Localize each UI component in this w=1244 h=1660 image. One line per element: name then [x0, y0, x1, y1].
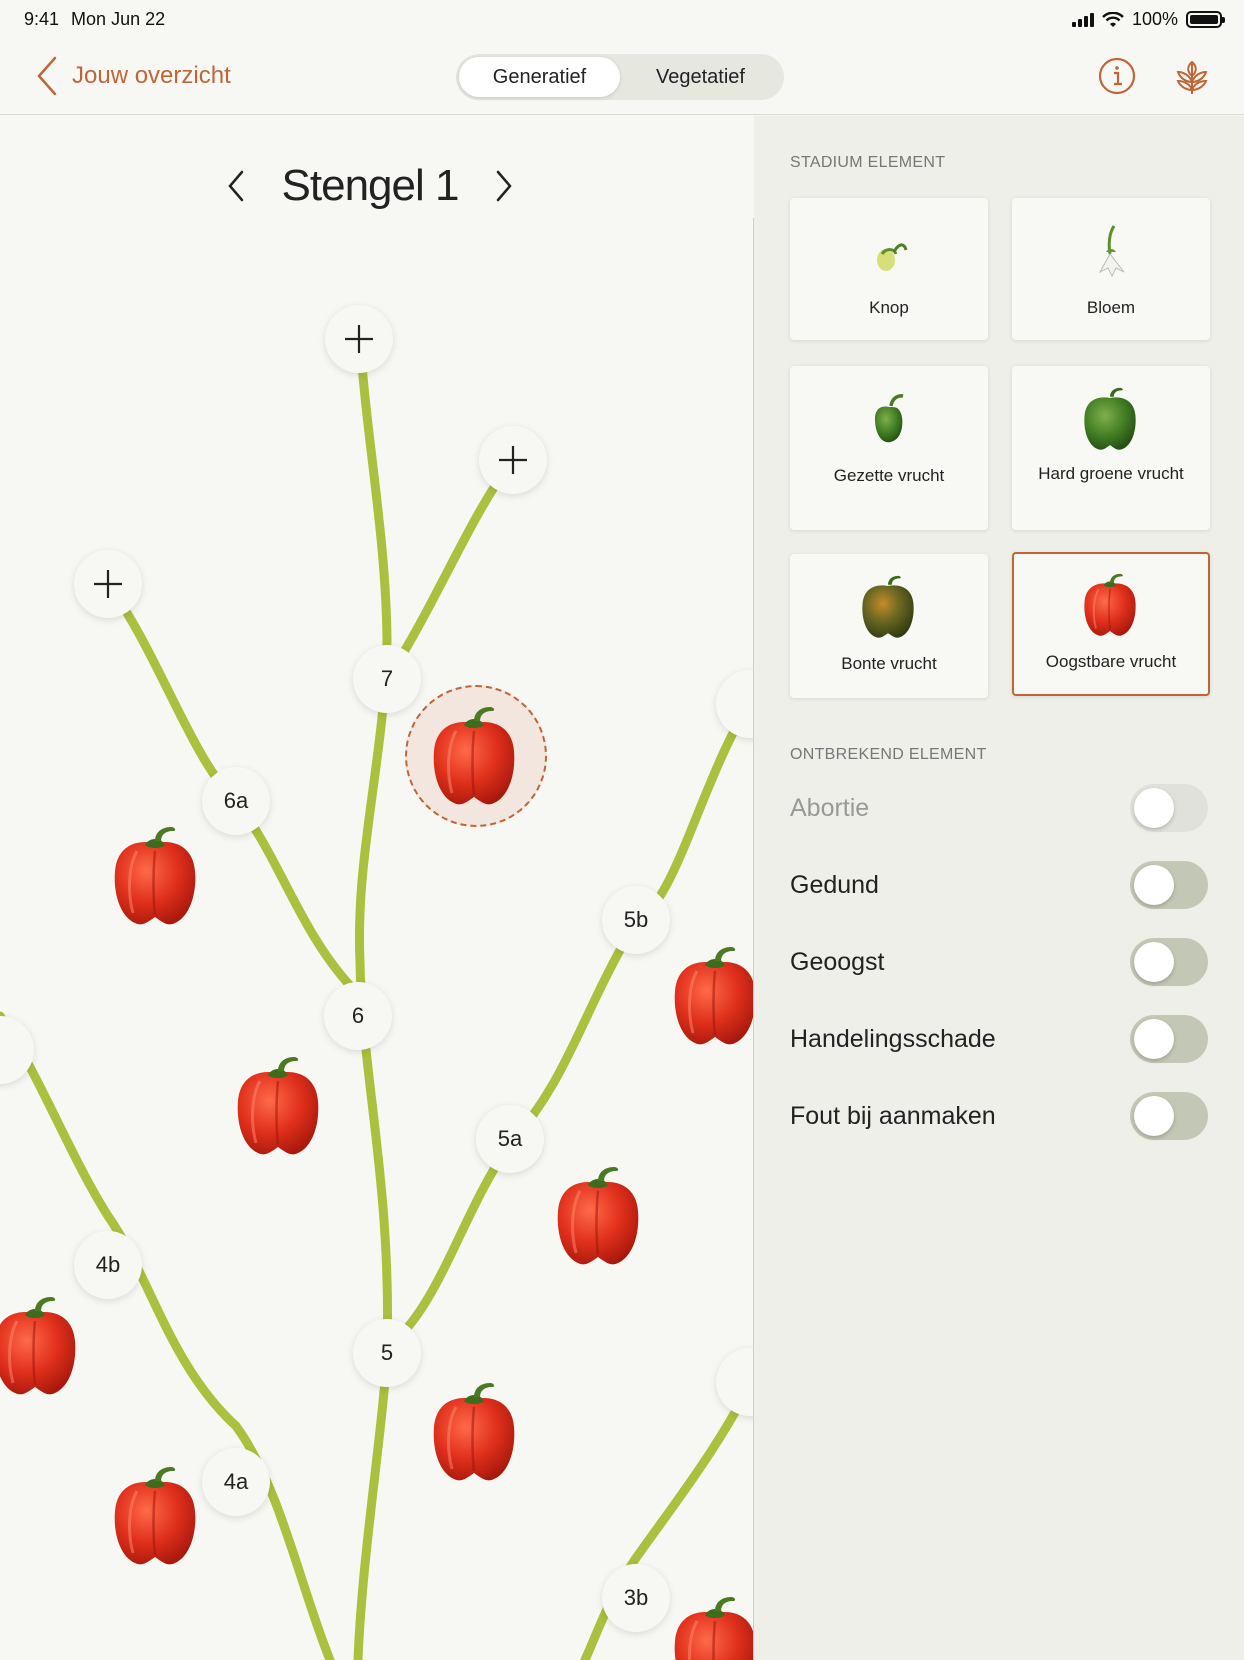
- card-oogstbare-vrucht[interactable]: Oogstbare vrucht: [1012, 552, 1210, 696]
- card-label: Oogstbare vrucht: [1045, 652, 1177, 671]
- pepper-icon[interactable]: [665, 1591, 753, 1660]
- toggle-label: Fout bij aanmaken: [790, 1101, 996, 1130]
- card-label: Bonte vrucht: [841, 654, 937, 673]
- geoogst-toggle[interactable]: [1130, 938, 1208, 986]
- card-bonte-vrucht[interactable]: Bonte vrucht: [790, 554, 988, 698]
- plant-icon[interactable]: [1172, 56, 1212, 96]
- pepper-icon[interactable]: [548, 1161, 648, 1271]
- status-date: Mon Jun 22: [71, 9, 166, 29]
- chevron-left-icon: [37, 56, 57, 96]
- navigation-bar: Jouw overzicht Generatief Vegetatief: [0, 40, 1244, 115]
- status-bar: 9:41 Mon Jun 22 100%: [0, 0, 1244, 40]
- element-panel: STADIUM ELEMENT Knop Bloem Gezette vruch…: [754, 116, 1244, 1660]
- toggle-row-gedund: Gedund: [790, 860, 1208, 910]
- back-button[interactable]: Jouw overzicht: [36, 54, 231, 98]
- segment-vegetatief[interactable]: Vegetatief: [620, 57, 781, 97]
- wifi-icon: [1102, 11, 1124, 27]
- node-5[interactable]: 5: [353, 1319, 421, 1387]
- node-4b[interactable]: 4b: [74, 1231, 142, 1299]
- card-bloem[interactable]: Bloem: [1012, 198, 1210, 340]
- node-4a[interactable]: 4a: [202, 1448, 270, 1516]
- set-fruit-icon: [875, 394, 904, 443]
- node-5b[interactable]: 5b: [602, 886, 670, 954]
- add-node-button[interactable]: [325, 305, 393, 373]
- fout-bij-aanmaken-toggle[interactable]: [1130, 1092, 1208, 1140]
- toggle-label: Geoogst: [790, 947, 885, 976]
- toggle-row-abortie: Abortie: [790, 783, 1208, 833]
- node-6a[interactable]: 6a: [202, 767, 270, 835]
- card-label: Knop: [869, 298, 909, 317]
- card-label: Hard groene vrucht: [1038, 464, 1184, 483]
- pepper-icon[interactable]: [228, 1051, 328, 1161]
- toggle-label: Gedund: [790, 870, 879, 899]
- toggle-row-fout-bij-aanmaken: Fout bij aanmaken: [790, 1091, 1208, 1141]
- stadium-section-title: STADIUM ELEMENT: [790, 154, 946, 171]
- plus-icon: [94, 570, 122, 598]
- bud-icon: [877, 243, 908, 271]
- mottled-pepper-icon: [862, 575, 914, 638]
- card-label: Bloem: [1086, 298, 1136, 317]
- abortie-toggle[interactable]: [1130, 784, 1208, 832]
- node-5a[interactable]: 5a: [476, 1105, 544, 1173]
- battery-percentage: 100%: [1131, 9, 1178, 29]
- missing-section-title: ONTBREKEND ELEMENT: [790, 746, 987, 763]
- card-gezette-vrucht[interactable]: Gezette vrucht: [790, 366, 988, 530]
- toggle-row-geoogst: Geoogst: [790, 937, 1208, 987]
- green-pepper-icon: [1084, 387, 1136, 450]
- gedund-toggle[interactable]: [1130, 861, 1208, 909]
- pepper-icon[interactable]: [665, 941, 753, 1051]
- add-node-button[interactable]: [479, 426, 547, 494]
- cellular-signal-icon: [1071, 12, 1094, 27]
- card-label: Gezette vrucht: [833, 466, 945, 485]
- pepper-icon[interactable]: [424, 701, 524, 811]
- stem-canvas: Stengel 1 7 6a 6 5b 5a 5 4b 4a 3b: [0, 116, 753, 1660]
- segment-generatief[interactable]: Generatief: [459, 57, 620, 97]
- handelingsschade-toggle[interactable]: [1130, 1015, 1208, 1063]
- pepper-icon[interactable]: [105, 1461, 205, 1571]
- back-label: Jouw overzicht: [72, 62, 231, 89]
- plus-icon: [345, 325, 373, 353]
- info-icon[interactable]: [1097, 56, 1137, 96]
- pepper-icon[interactable]: [0, 1291, 85, 1401]
- pepper-icon[interactable]: [424, 1377, 524, 1487]
- view-segmented-control: Generatief Vegetatief: [456, 54, 784, 100]
- status-time: 9:41: [24, 9, 60, 29]
- flower-icon: [1098, 225, 1125, 278]
- node-6[interactable]: 6: [324, 982, 392, 1050]
- add-node-button[interactable]: [74, 550, 142, 618]
- node-7[interactable]: 7: [353, 645, 421, 713]
- node-3b[interactable]: 3b: [602, 1564, 670, 1632]
- toggle-label: Abortie: [790, 793, 870, 822]
- plus-icon: [499, 446, 527, 474]
- card-knop[interactable]: Knop: [790, 198, 988, 340]
- toggle-label: Handelingsschade: [790, 1024, 996, 1053]
- battery-icon: [1186, 11, 1225, 28]
- red-pepper-icon: [1078, 570, 1142, 640]
- pepper-icon[interactable]: [105, 821, 205, 931]
- toggle-row-handelingsschade: Handelingsschade: [790, 1014, 1208, 1064]
- card-hard-groene-vrucht[interactable]: Hard groene vrucht: [1012, 366, 1210, 530]
